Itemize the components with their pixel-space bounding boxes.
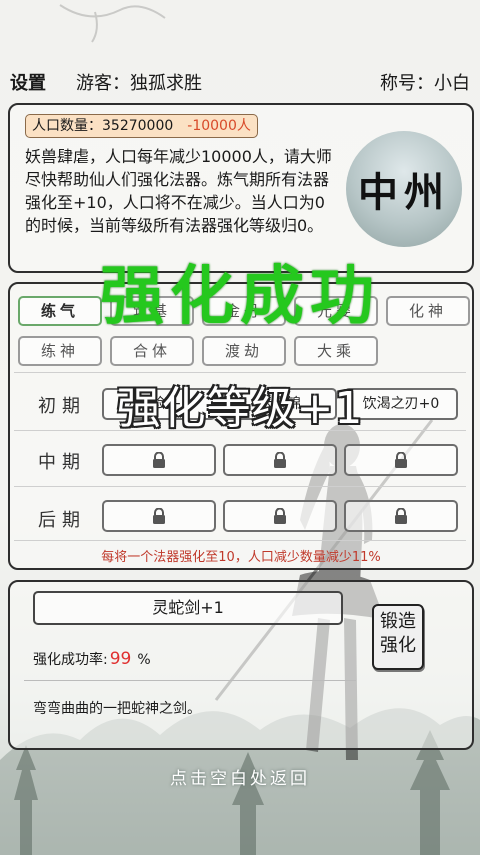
player-title: 称号：小白: [380, 73, 470, 94]
weapon-slot-late-3[interactable]: [344, 500, 458, 532]
weapon-slot-middle-1[interactable]: [102, 444, 216, 476]
population-value: 35270000: [102, 118, 174, 134]
strengthen-success-text: 强化成功: [100, 260, 380, 334]
region-badge[interactable]: 中州: [346, 131, 462, 247]
row-label-middle: 中期: [38, 452, 86, 473]
population-delta: -10000人: [187, 118, 251, 134]
settings-button[interactable]: 设置: [10, 69, 46, 95]
population-label: 人口数量：: [32, 118, 102, 134]
lock-icon: [395, 452, 407, 468]
success-rate-value: 99: [109, 649, 132, 669]
intro-text: 妖兽肆虐，人口每年减少10000人，请大师尽快帮助仙人们强化法器。炼气期所有法器…: [25, 147, 332, 235]
weapon-slot-middle-3[interactable]: [344, 444, 458, 476]
tab-lianshen[interactable]: 练神: [18, 336, 102, 366]
row-divider: [14, 540, 466, 541]
population-badge: 人口数量：35270000 -10000人: [25, 114, 258, 138]
lock-icon: [274, 452, 286, 468]
lock-icon: [274, 508, 286, 524]
forge-strengthen-button[interactable]: 锻造 强化: [372, 604, 424, 670]
forge-divider: [24, 680, 356, 681]
success-rate-label: 强化成功率:: [33, 652, 108, 668]
success-rate: 强化成功率: 99%: [33, 649, 151, 669]
weapon-slot-late-2[interactable]: [223, 500, 337, 532]
selected-weapon-name: 灵蛇剑+1: [33, 591, 343, 625]
top-bar: 设置 游客：独孤求胜 称号：小白: [0, 66, 480, 96]
lock-icon: [153, 508, 165, 524]
weapon-slot-middle-2[interactable]: [223, 444, 337, 476]
weapon-slot-late-1[interactable]: [102, 500, 216, 532]
forge-panel: 灵蛇剑+1 锻造 强化 强化成功率: 99% 弯弯曲曲的一把蛇神之剑。: [8, 580, 474, 750]
lock-icon: [153, 452, 165, 468]
row-label-late: 后期: [38, 510, 86, 531]
stage-note: 每将一个法器强化至10，人口减少数量减少11%: [101, 550, 381, 565]
row-divider: [14, 486, 466, 487]
tab-dujie[interactable]: 渡劫: [202, 336, 286, 366]
tab-dacheng[interactable]: 大乘: [294, 336, 378, 366]
guest-name: 游客：独孤求胜: [76, 73, 202, 94]
return-hint[interactable]: 点击空白处返回: [0, 764, 480, 789]
region-name: 中州: [358, 169, 450, 216]
strengthen-level-text: 强化等级+1: [116, 383, 364, 434]
lock-icon: [395, 508, 407, 524]
tab-heti[interactable]: 合体: [110, 336, 194, 366]
success-rate-unit: %: [137, 652, 151, 668]
weapon-description: 弯弯曲曲的一把蛇神之剑。: [33, 701, 201, 717]
